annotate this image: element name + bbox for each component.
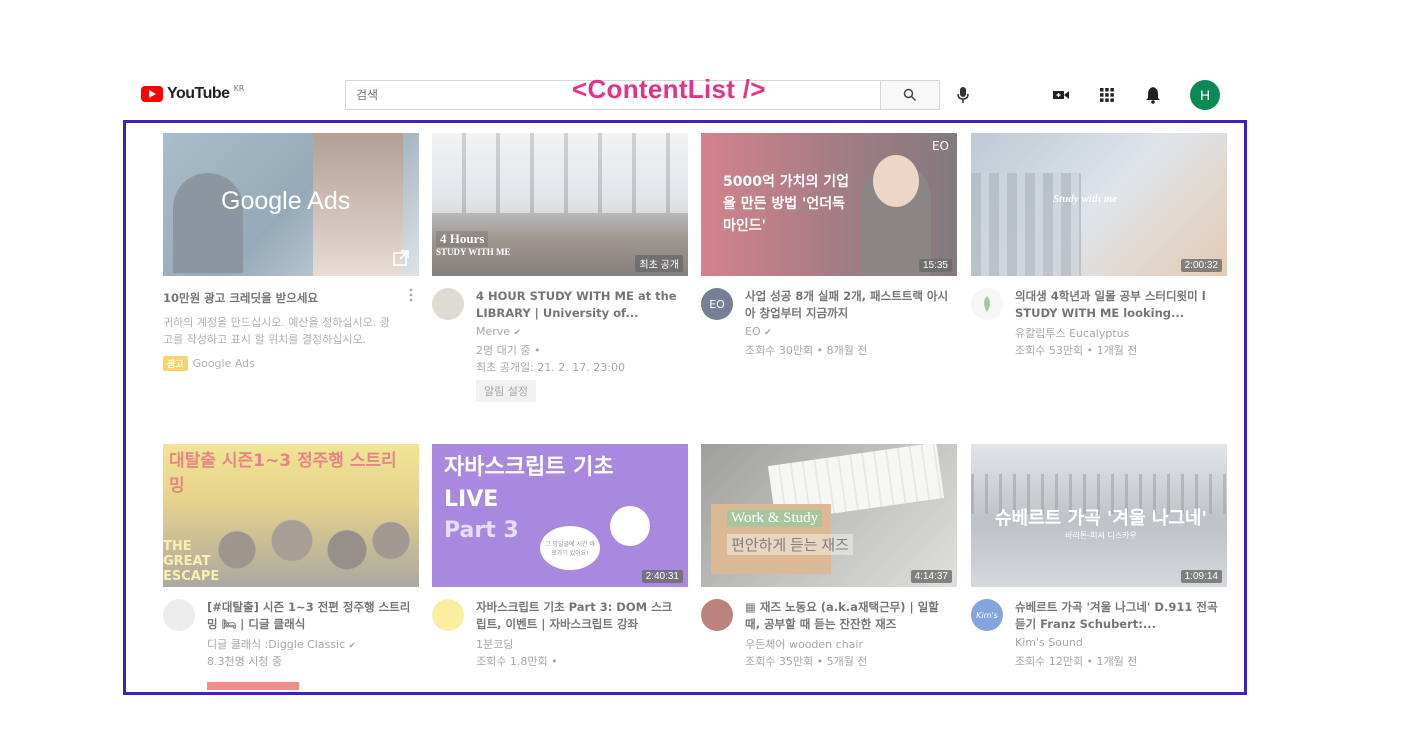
video-thumbnail[interactable]: Work & Study 편안하게 듣는 재즈 4:14:37 <box>701 444 957 587</box>
video-card[interactable]: Study with me 2:00:32 의대생 4학년과 일몰 공부 스터디… <box>971 133 1227 376</box>
video-thumbnail[interactable]: 4 Hours STUDY WITH ME 최초 공개 <box>432 133 688 276</box>
video-title[interactable]: 자바스크립트 기초 Part 3: DOM 스크립트, 이벤트 | 자바스크립트… <box>476 599 681 633</box>
account-avatar[interactable]: H <box>1190 80 1220 110</box>
video-duration: 2:40:31 <box>641 570 683 583</box>
channel-name[interactable]: 1분코딩 <box>476 636 681 652</box>
ad-title[interactable]: 10만원 광고 크레딧을 받으세요 <box>163 290 318 306</box>
video-duration: 15:35 <box>918 259 952 272</box>
ad-thumb-text: Google Ads <box>221 187 351 215</box>
channel-name[interactable]: 우든체어 wooden chair <box>745 636 950 652</box>
notifications-button[interactable] <box>1142 84 1164 106</box>
video-thumbnail[interactable]: 5000억 가치의 기업을 만든 방법 '언더독 마인드' EO 15:35 <box>701 133 957 276</box>
ad-advertiser[interactable]: Google Ads <box>193 357 255 370</box>
remind-button[interactable]: 알림 설정 <box>476 380 536 402</box>
video-card[interactable]: 대탈출 시즌1~3 정주행 스트리밍 THE GREAT ESCAPE [#대탈… <box>163 444 419 690</box>
ad-thumbnail[interactable]: Google Ads <box>163 133 419 276</box>
video-thumbnail[interactable]: Study with me 2:00:32 <box>971 133 1227 276</box>
video-meta-line: 조회수 53만회 • 1개월 전 <box>1015 344 1138 357</box>
channel-avatar[interactable] <box>163 599 195 631</box>
video-meta-line: 2명 대기 중 • <box>476 344 541 357</box>
video-title[interactable]: 의대생 4학년과 일몰 공부 스터디윗미 l STUDY WITH ME loo… <box>1015 288 1220 322</box>
video-meta-line: 조회수 30만회 • 8개월 전 <box>745 344 868 357</box>
mic-icon <box>957 87 969 103</box>
ad-badge: 광고 <box>163 356 188 371</box>
channel-name[interactable]: Kim's Sound <box>1015 636 1220 649</box>
live-viewers: 8.3천명 시청 중 <box>207 655 283 668</box>
youtube-play-icon <box>141 86 163 102</box>
channel-name[interactable]: 디글 클래식 :Diggle Classic ✔ <box>207 636 412 652</box>
video-meta-line: 조회수 1.8만회 • <box>476 655 558 668</box>
masthead-actions <box>1050 84 1188 106</box>
video-thumbnail[interactable]: 자바스크립트 기초 LIVE Part 3 그 망달글에 시간 바로가기 있어요… <box>432 444 688 587</box>
create-button[interactable] <box>1050 84 1072 106</box>
video-card[interactable]: 4 Hours STUDY WITH ME 최초 공개 4 HOUR STUDY… <box>432 133 688 402</box>
notifications-bell-icon <box>1146 87 1160 104</box>
thumb-text: 슈베르트 가곡 '겨울 나그네' <box>995 508 1207 529</box>
thumb-text: Work & Study <box>727 510 823 527</box>
content-list-label: <ContentList /> <box>572 74 766 104</box>
speech-bubble: 그 망달글에 시간 바로가기 있어요! <box>540 526 600 570</box>
video-card[interactable]: 자바스크립트 기초 LIVE Part 3 그 망달글에 시간 바로가기 있어요… <box>432 444 688 687</box>
video-duration: 1:09:14 <box>1180 570 1222 583</box>
search-button[interactable] <box>880 80 940 110</box>
video-thumbnail[interactable]: 슈베르트 가곡 '겨울 나그네' 바리톤-피셔 디스카우 1:09:14 <box>971 444 1227 587</box>
search-icon <box>903 88 917 102</box>
video-title[interactable]: 4 HOUR STUDY WITH ME at the LIBRARY | Un… <box>476 288 681 322</box>
video-card[interactable]: 슈베르트 가곡 '겨울 나그네' 바리톤-피셔 디스카우 1:09:14 Kim… <box>971 444 1227 687</box>
premiere-badge: 최초 공개 <box>635 255 683 272</box>
ad-label: 광고 Google Ads <box>163 356 255 371</box>
apps-button[interactable] <box>1096 84 1118 106</box>
thumb-text: Study with me <box>1053 193 1118 205</box>
youtube-logo[interactable]: YouTube KR <box>141 83 245 103</box>
video-card[interactable]: Work & Study 편안하게 듣는 재즈 4:14:37 ▦ 재즈 노동요… <box>701 444 957 687</box>
logo-text: YouTube <box>167 85 230 102</box>
logo-region: KR <box>233 83 245 93</box>
thumb-text: 자바스크립트 기초 LIVE <box>444 455 614 512</box>
channel-avatar[interactable] <box>971 288 1003 320</box>
verified-icon: ✔ <box>513 328 522 338</box>
channel-avatar[interactable] <box>432 599 464 631</box>
video-duration: 2:00:32 <box>1180 259 1222 272</box>
channel-avatar[interactable]: EO <box>701 288 733 320</box>
character-illustration <box>610 506 650 546</box>
voice-search-button[interactable] <box>953 85 973 105</box>
channel-name[interactable]: 유칼립투스 Eucalyptus <box>1015 325 1220 341</box>
more-options-icon[interactable] <box>409 288 413 302</box>
thumb-text: 대탈출 시즌1~3 정주행 스트리밍 <box>169 451 397 496</box>
premiere-date: 최초 공개일: 21. 2. 17. 23:00 <box>476 361 625 374</box>
channel-name[interactable]: Merve ✔ <box>476 325 681 338</box>
thumb-subtext: Part 3 <box>444 518 519 543</box>
external-link-icon[interactable] <box>393 250 409 266</box>
content-list: Google Ads 10만원 광고 크레딧을 받으세요 귀하의 계정을 만드십… <box>126 123 1244 692</box>
thumb-corner: EO <box>931 139 949 153</box>
video-title[interactable]: 슈베르트 가곡 '겨울 나그네' D.911 전곡듣기 Franz Schube… <box>1015 599 1220 633</box>
channel-avatar[interactable] <box>701 599 733 631</box>
live-badge <box>207 682 299 690</box>
leaf-icon <box>984 296 990 312</box>
video-title[interactable]: ▦ 재즈 노동요 (a.k.a재택근무) | 일할 때, 공부할 때 듣는 잔잔… <box>745 599 950 633</box>
thumb-text: 4 Hours <box>436 231 489 247</box>
ad-card[interactable]: Google Ads 10만원 광고 크레딧을 받으세요 귀하의 계정을 만드십… <box>163 133 419 376</box>
content-list-frame: Google Ads 10만원 광고 크레딧을 받으세요 귀하의 계정을 만드십… <box>123 120 1247 695</box>
ad-description: 귀하의 계정을 만드십시오. 예산을 정하십시오. 광고를 작성하고 표시 할 … <box>163 316 390 346</box>
thumb-subtext: 바리톤-피셔 디스카우 <box>1065 531 1137 540</box>
thumb-text: 5000억 가치의 기업을 만든 방법 '언더독 마인드' <box>723 174 849 234</box>
video-card[interactable]: 5000억 가치의 기업을 만든 방법 '언더독 마인드' EO 15:35 E… <box>701 133 957 376</box>
create-video-icon <box>1053 91 1069 99</box>
video-title[interactable]: [#대탈출] 시즌 1~3 전편 정주행 스트리밍 🛏 | 디글 클래식 <box>207 599 412 633</box>
video-meta-line: 조회수 35만회 • 5개월 전 <box>745 655 868 668</box>
video-meta-line: 조회수 12만회 • 1개월 전 <box>1015 655 1138 668</box>
video-title[interactable]: 사업 성공 8개 실패 2개, 패스트트랙 아시아 창업부터 지금까지 <box>745 288 950 322</box>
channel-name[interactable]: EO ✔ <box>745 325 950 338</box>
video-duration: 4:14:37 <box>910 570 952 583</box>
thumb-subtext: 편안하게 듣는 재즈 <box>727 534 853 555</box>
apps-grid-icon <box>1100 88 1114 102</box>
thumb-subtext: THE GREAT ESCAPE <box>163 539 220 584</box>
video-thumbnail[interactable]: 대탈출 시즌1~3 정주행 스트리밍 THE GREAT ESCAPE <box>163 444 419 587</box>
channel-avatar[interactable]: Kim's <box>971 599 1003 631</box>
channel-avatar[interactable] <box>432 288 464 320</box>
verified-icon: ✔ <box>348 641 357 651</box>
verified-icon: ✔ <box>764 328 772 338</box>
thumb-subtext: STUDY WITH ME <box>436 247 511 257</box>
